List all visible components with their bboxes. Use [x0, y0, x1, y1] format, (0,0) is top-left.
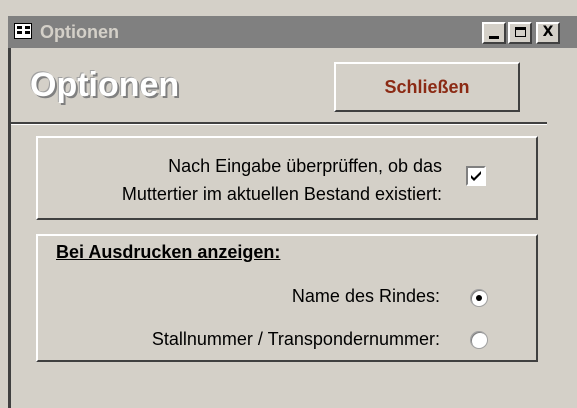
maximize-button[interactable] — [508, 22, 532, 44]
close-icon: X — [542, 24, 554, 40]
verification-checkbox[interactable] — [466, 166, 486, 186]
title-bar[interactable]: Optionen X — [8, 16, 577, 48]
verification-label-line1: Nach Eingabe überprüffen, ob das — [168, 156, 442, 176]
verification-label: Nach Eingabe überprüffen, ob das Muttert… — [56, 152, 442, 208]
option-stall-number-label: Stallnummer / Transpondernummer: — [151, 329, 440, 349]
form-heading: Optionen — [30, 66, 180, 104]
window-title: Optionen — [40, 22, 119, 42]
radio-selected-icon — [476, 295, 482, 301]
close-window-button[interactable]: X — [536, 22, 560, 44]
header-divider — [11, 122, 547, 125]
form-icon[interactable] — [14, 23, 32, 39]
minimize-button[interactable] — [482, 22, 506, 44]
print-group-title: Bei Ausdrucken anzeigen: — [56, 242, 281, 262]
checkmark-icon — [471, 171, 481, 181]
option-cattle-name-radio[interactable] — [470, 289, 488, 307]
minimize-icon — [489, 36, 499, 39]
verification-label-line2: Muttertier im aktuellen Bestand existier… — [121, 184, 442, 204]
option-cattle-name-label: Name des Rindes: — [291, 286, 440, 306]
option-stall-number-radio[interactable] — [470, 331, 488, 349]
close-form-button[interactable]: Schließen — [334, 62, 520, 112]
maximize-icon — [514, 27, 526, 37]
options-window: Optionen X Optionen Schließen Nach Einga… — [0, 0, 577, 408]
form-left-border — [8, 48, 11, 408]
